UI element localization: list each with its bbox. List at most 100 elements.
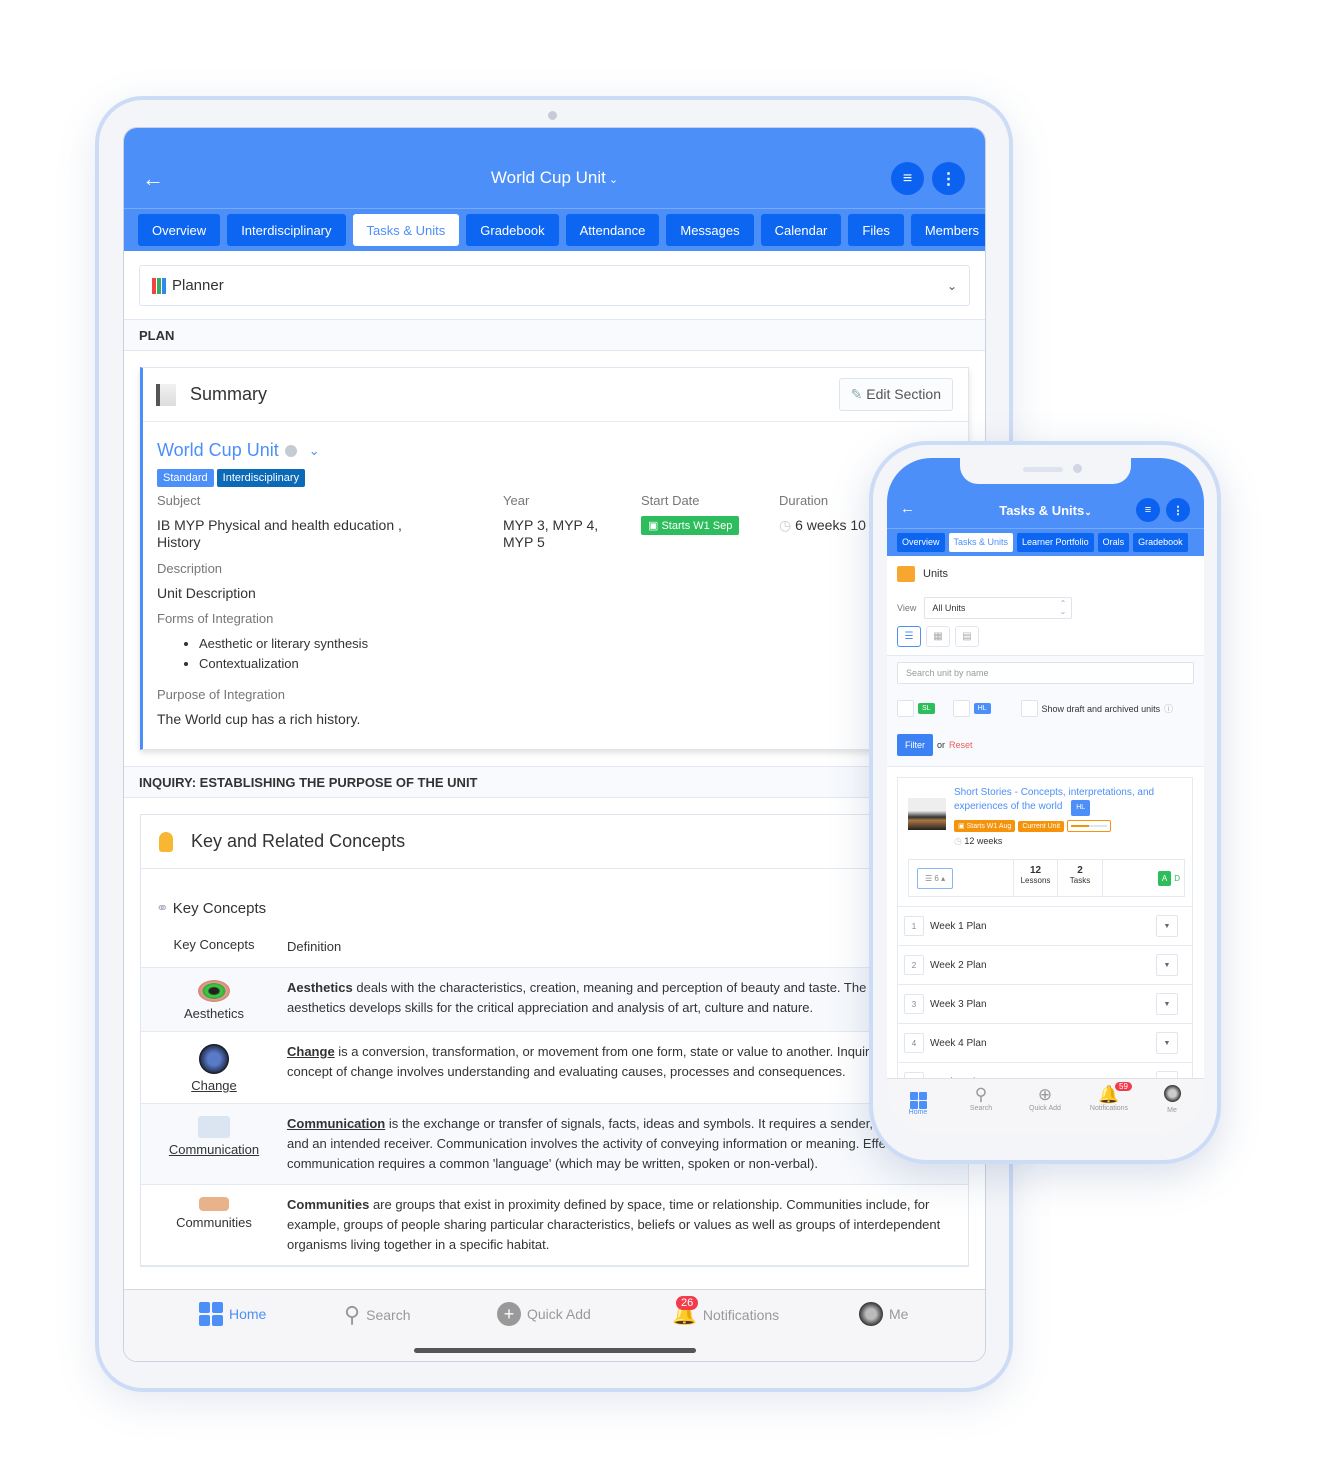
plus-circle-icon: ⊕ [1037, 1085, 1053, 1104]
badge-interdisciplinary: Interdisciplinary [216, 469, 306, 487]
nav-search[interactable]: ⚲ Search [344, 1302, 410, 1328]
phone-content: Units View All Units ⌃ ⌄ ☰ ▦ ▤ Search unit… [887, 556, 1204, 1078]
year-value: MYP 3, MYP 4, MYP 5 [503, 517, 599, 550]
tab-calendar[interactable]: Calendar [760, 214, 842, 246]
nav-home[interactable]: Home [893, 1085, 943, 1116]
section-plan: PLAN [124, 319, 985, 351]
phone-tab-bar: Overview Tasks & Units Learner Portfolio… [887, 528, 1204, 556]
page-title[interactable]: World Cup Unit ⌄ [124, 168, 985, 188]
unit-card-title[interactable]: Short Stories - Concepts, interpretation… [954, 787, 1154, 812]
unit-title[interactable]: World Cup Unit ⌄ [157, 440, 953, 461]
units-title: Units [923, 568, 949, 580]
menu-button[interactable]: ≡ [891, 162, 924, 195]
info-icon: ⓘ [1164, 704, 1174, 714]
status-dot-icon [284, 444, 297, 457]
calendar-view-button[interactable]: ▦ [926, 626, 950, 647]
concept-link[interactable]: Communication [169, 1142, 259, 1157]
more-button[interactable]: ⋮ [932, 162, 965, 195]
tab-files[interactable]: Files [848, 214, 904, 246]
chevron-down-icon: ⌄ [946, 278, 957, 293]
tab-tasks-units[interactable]: Tasks & Units [948, 533, 1014, 552]
subject-label: Subject [157, 493, 201, 508]
forms-list: Aesthetic or literary synthesis Contextu… [199, 634, 953, 674]
week-row[interactable]: 4 Week 4 Plan ▼ [898, 1024, 1192, 1063]
show-draft-checkbox[interactable] [1020, 700, 1038, 717]
chevron-down-icon: ⌄ [608, 174, 619, 186]
tab-overview[interactable]: Overview [138, 214, 221, 246]
week-row[interactable]: 3 Week 3 Plan ▼ [898, 985, 1192, 1024]
week-row[interactable]: 1 Week 1 Plan ▼ [898, 907, 1192, 946]
tab-learner-portfolio[interactable]: Learner Portfolio [1017, 533, 1094, 552]
tablet-camera [548, 111, 557, 120]
list-view-button[interactable]: ☰ [897, 626, 921, 647]
nav-quick-add[interactable]: ⊕ Quick Add [1020, 1085, 1070, 1112]
nav-home[interactable]: Home [199, 1302, 266, 1326]
description-value: Unit Description [157, 585, 256, 601]
main-content: Planner ⌄ PLAN Summary ✎ Edit Section Wo… [124, 251, 985, 1289]
unit-card: Short Stories - Concepts, interpretation… [897, 777, 1193, 1078]
view-label: View [897, 603, 917, 613]
nav-search[interactable]: ⚲ Search [956, 1085, 1006, 1112]
tab-messages[interactable]: Messages [666, 214, 754, 246]
tab-gradebook[interactable]: Gradebook [466, 214, 559, 246]
lessons-label: Lessons [1020, 876, 1051, 885]
grade-a-badge: A [1157, 870, 1172, 886]
caret-down-icon[interactable]: ▼ [1156, 993, 1178, 1015]
table-row: Communities Communities are groups that … [141, 1185, 968, 1266]
table-view-button[interactable]: ▤ [955, 626, 979, 647]
tab-tasks-units[interactable]: Tasks & Units [352, 214, 460, 246]
clock-icon: ◷ [779, 517, 792, 533]
caret-down-icon[interactable]: ▼ [1156, 954, 1178, 976]
tab-bar: Overview Interdisciplinary Tasks & Units… [124, 208, 985, 251]
nav-me[interactable]: Me [859, 1302, 908, 1326]
progress-bar [1067, 820, 1112, 832]
more-vertical-icon: ⋮ [940, 170, 957, 188]
tab-attendance[interactable]: Attendance [565, 214, 660, 246]
clock-icon: ◷ [954, 836, 962, 846]
caret-down-icon[interactable]: ▼ [1156, 915, 1178, 937]
week-row[interactable]: 5Week 5 Plan▼ [898, 1063, 1192, 1078]
hl-checkbox[interactable] [952, 700, 970, 717]
reset-link[interactable]: Reset [949, 740, 973, 750]
plus-circle-icon: + [497, 1302, 521, 1326]
search-unit-input[interactable]: Search unit by name [897, 662, 1194, 684]
menu-button[interactable]: ≡ [1136, 498, 1160, 522]
subject-value: IB MYP Physical and health education , H… [157, 517, 402, 550]
year-label: Year [503, 493, 530, 508]
sl-checkbox[interactable] [897, 700, 914, 717]
progress-fill [1071, 825, 1090, 827]
table-row: Aesthetics Aesthetics deals with the cha… [141, 968, 968, 1032]
concept-link[interactable]: Change [191, 1078, 237, 1093]
layers-button[interactable]: ☰ 6 ▴ [917, 867, 954, 889]
nav-quick-add[interactable]: + Quick Add [497, 1302, 591, 1326]
week-row[interactable]: 2 Week 2 Plan ▼ [898, 946, 1192, 985]
summary-title: Summary [190, 384, 268, 404]
tab-overview[interactable]: Overview [897, 533, 945, 552]
section-inquiry: INQUIRY: ESTABLISHING THE PURPOSE OF THE… [124, 766, 985, 798]
unit-thumbnail [908, 798, 946, 830]
search-icon: ⚲ [974, 1085, 988, 1104]
tasks-count: 2 [1077, 865, 1083, 876]
chevron-down-icon: ⌄ [1084, 507, 1092, 517]
nav-me[interactable]: Me [1147, 1085, 1197, 1114]
planner-dropdown[interactable]: Planner ⌄ [139, 265, 970, 306]
chevron-down-icon[interactable]: ⌄ [309, 443, 320, 459]
chat-bubble-icon [198, 1116, 230, 1138]
document-icon [156, 383, 176, 406]
more-button[interactable]: ⋮ [1166, 498, 1190, 522]
tab-gradebook[interactable]: Gradebook [1133, 533, 1188, 552]
tab-orals[interactable]: Orals [1097, 533, 1130, 552]
edit-section-button[interactable]: ✎ Edit Section [838, 378, 953, 411]
view-select[interactable]: All Units ⌃ ⌄ [924, 597, 1073, 619]
caret-down-icon[interactable]: ▼ [1156, 1032, 1178, 1054]
description-label: Description [157, 561, 223, 576]
tab-members[interactable]: Members [910, 214, 985, 246]
filter-button[interactable]: Filter [897, 734, 933, 756]
caret-down-icon[interactable]: ▼ [1156, 1071, 1178, 1078]
phone-bottom-nav: Home ⚲ Search ⊕ Quick Add 🔔 Notifications 5… [887, 1078, 1204, 1134]
tab-interdisciplinary[interactable]: Interdisciplinary [227, 214, 346, 246]
badge-standard: Standard [157, 469, 214, 487]
avatar [859, 1302, 883, 1326]
list-item: Contextualization [199, 654, 953, 674]
pencil-icon: ✎ [850, 386, 863, 402]
